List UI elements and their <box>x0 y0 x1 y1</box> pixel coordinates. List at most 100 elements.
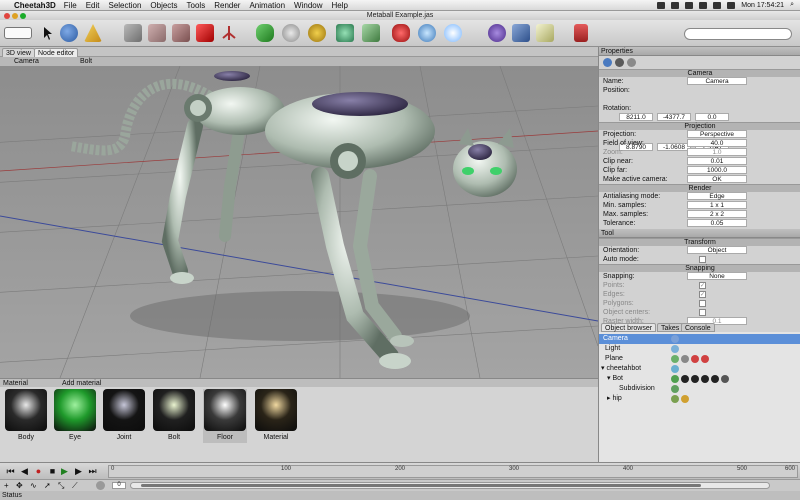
zoom-window-icon[interactable] <box>20 13 26 19</box>
camera-tray-icon[interactable] <box>657 1 666 9</box>
timeline-ruler[interactable]: 0 100 200 300 400 500 600 <box>108 465 798 478</box>
metaball-icon[interactable] <box>336 24 354 42</box>
lock-icon[interactable] <box>574 24 588 42</box>
light-blue-icon[interactable] <box>418 24 436 42</box>
rotation-b-field[interactable]: 0.0 <box>695 113 729 121</box>
scrollbar-thumb[interactable] <box>141 484 701 487</box>
automode-checkbox[interactable] <box>699 256 706 263</box>
camera-prop-icon[interactable] <box>603 58 612 67</box>
curve-icon[interactable]: ∿ <box>30 481 37 490</box>
list-item[interactable]: Plane <box>599 354 800 364</box>
list-item[interactable]: Camera <box>599 334 800 344</box>
goto-start-icon[interactable]: ⏮ <box>6 467 15 476</box>
clip-far-field[interactable]: 1000.0 <box>687 166 747 174</box>
wifi-icon[interactable] <box>699 1 708 9</box>
tab-node-editor[interactable]: Node editor <box>34 48 79 57</box>
prev-key-icon[interactable]: ◀ <box>20 467 29 476</box>
snap-polygons-checkbox[interactable] <box>699 300 706 307</box>
material-item[interactable]: Eye <box>53 389 97 443</box>
move-tool-icon[interactable] <box>60 24 78 42</box>
add-key-icon[interactable]: + <box>4 481 9 490</box>
spline-green-icon[interactable] <box>256 24 274 42</box>
antialias-select[interactable]: Edge <box>687 192 747 200</box>
transform-section[interactable]: Transform <box>599 238 800 246</box>
close-window-icon[interactable] <box>4 13 10 19</box>
volume-icon[interactable] <box>713 1 722 9</box>
menu-render[interactable]: Render <box>214 1 240 10</box>
max-samples-select[interactable]: 2 x 2 <box>687 210 747 218</box>
spotlight-icon[interactable]: ⌕ <box>790 1 794 9</box>
list-item[interactable]: ▾ Bot <box>599 374 800 384</box>
snap-centers-checkbox[interactable] <box>699 309 706 316</box>
tolerance-field[interactable]: 0.05 <box>687 219 747 227</box>
move-key-icon[interactable]: ✥ <box>16 481 23 490</box>
material-item[interactable]: Floor <box>203 389 247 443</box>
select-key-icon[interactable]: ➚ <box>44 481 51 490</box>
material-item[interactable]: Body <box>4 389 48 443</box>
list-item[interactable]: Light <box>599 344 800 354</box>
render-section[interactable]: Render <box>599 184 800 192</box>
menu-file[interactable]: File <box>64 1 77 10</box>
view-mode-dropdown[interactable] <box>4 27 32 39</box>
tab-3d-view[interactable]: 3D view <box>2 48 35 57</box>
stop-icon[interactable]: ■ <box>48 467 57 476</box>
joint-tool-icon[interactable] <box>220 24 238 42</box>
cube-pink-icon[interactable] <box>148 24 166 42</box>
notes-icon[interactable] <box>536 24 554 42</box>
menu-window[interactable]: Window <box>294 1 322 10</box>
snap-points-checkbox[interactable]: ✓ <box>699 282 706 289</box>
battery-icon[interactable] <box>727 1 736 9</box>
boolean-icon[interactable] <box>362 24 380 42</box>
material-red-icon[interactable] <box>392 24 410 42</box>
menu-objects[interactable]: Objects <box>150 1 177 10</box>
tab-object-browser[interactable]: Object browser <box>601 323 657 332</box>
next-key-icon[interactable]: ▶ <box>74 467 83 476</box>
display-tray-icon[interactable] <box>671 1 680 9</box>
scale-key-icon[interactable]: ⤡ <box>58 481 64 491</box>
list-item[interactable]: ▾ cheetahbot <box>599 364 800 374</box>
snapping-section[interactable]: Snapping <box>599 264 800 272</box>
rotation-p-field[interactable]: -4377.7 <box>657 113 691 121</box>
loop-icon[interactable] <box>96 481 105 490</box>
projection-section[interactable]: Projection <box>599 122 800 130</box>
sphere-gray-icon[interactable] <box>282 24 300 42</box>
tab-takes[interactable]: Takes <box>657 323 684 332</box>
list-item[interactable]: ▸ hip <box>599 394 800 404</box>
menu-clock[interactable]: Mon 17:54:21 <box>741 2 784 9</box>
cube-rose-icon[interactable] <box>172 24 190 42</box>
menu-edit[interactable]: Edit <box>86 1 100 10</box>
timeline-scrollbar[interactable] <box>130 482 770 489</box>
link-prop-icon[interactable] <box>627 58 636 67</box>
orientation-select[interactable]: Object <box>687 246 747 254</box>
menu-selection[interactable]: Selection <box>108 1 141 10</box>
menu-tools[interactable]: Tools <box>187 1 206 10</box>
snapping-select[interactable]: None <box>687 272 747 280</box>
mode-dropdown[interactable]: Bolt <box>80 57 92 66</box>
bluetooth-icon[interactable] <box>685 1 694 9</box>
play-icon[interactable]: ▶ <box>60 467 69 476</box>
render-window-icon[interactable] <box>512 24 530 42</box>
cube-gray-icon[interactable] <box>124 24 142 42</box>
clip-near-field[interactable]: 0.01 <box>687 157 747 165</box>
render-sphere-icon[interactable] <box>444 24 462 42</box>
projection-select[interactable]: Perspective <box>687 130 747 138</box>
camera-purple-icon[interactable] <box>488 24 506 42</box>
rotation-h-field[interactable]: 8211.0 <box>619 113 653 121</box>
camera-dropdown[interactable]: Camera <box>14 57 39 66</box>
menu-help[interactable]: Help <box>332 1 348 10</box>
lathe-yellow-icon[interactable] <box>308 24 326 42</box>
material-item[interactable]: Joint <box>102 389 146 443</box>
scale-tool-icon[interactable] <box>84 24 102 42</box>
material-item[interactable]: Bolt <box>152 389 196 443</box>
camera-section[interactable]: Camera <box>599 69 800 77</box>
cube-red-icon[interactable] <box>196 24 214 42</box>
3d-viewport[interactable] <box>0 66 598 378</box>
record-icon[interactable]: ● <box>34 467 43 476</box>
search-input[interactable] <box>684 28 792 40</box>
make-active-camera-button[interactable]: OK <box>687 175 747 183</box>
frame-field[interactable]: 0 <box>112 482 126 489</box>
tangent-icon[interactable]: ⟋ <box>72 481 78 491</box>
select-arrow-icon[interactable] <box>42 24 52 42</box>
minimize-window-icon[interactable] <box>12 13 18 19</box>
menu-animation[interactable]: Animation <box>249 1 285 10</box>
